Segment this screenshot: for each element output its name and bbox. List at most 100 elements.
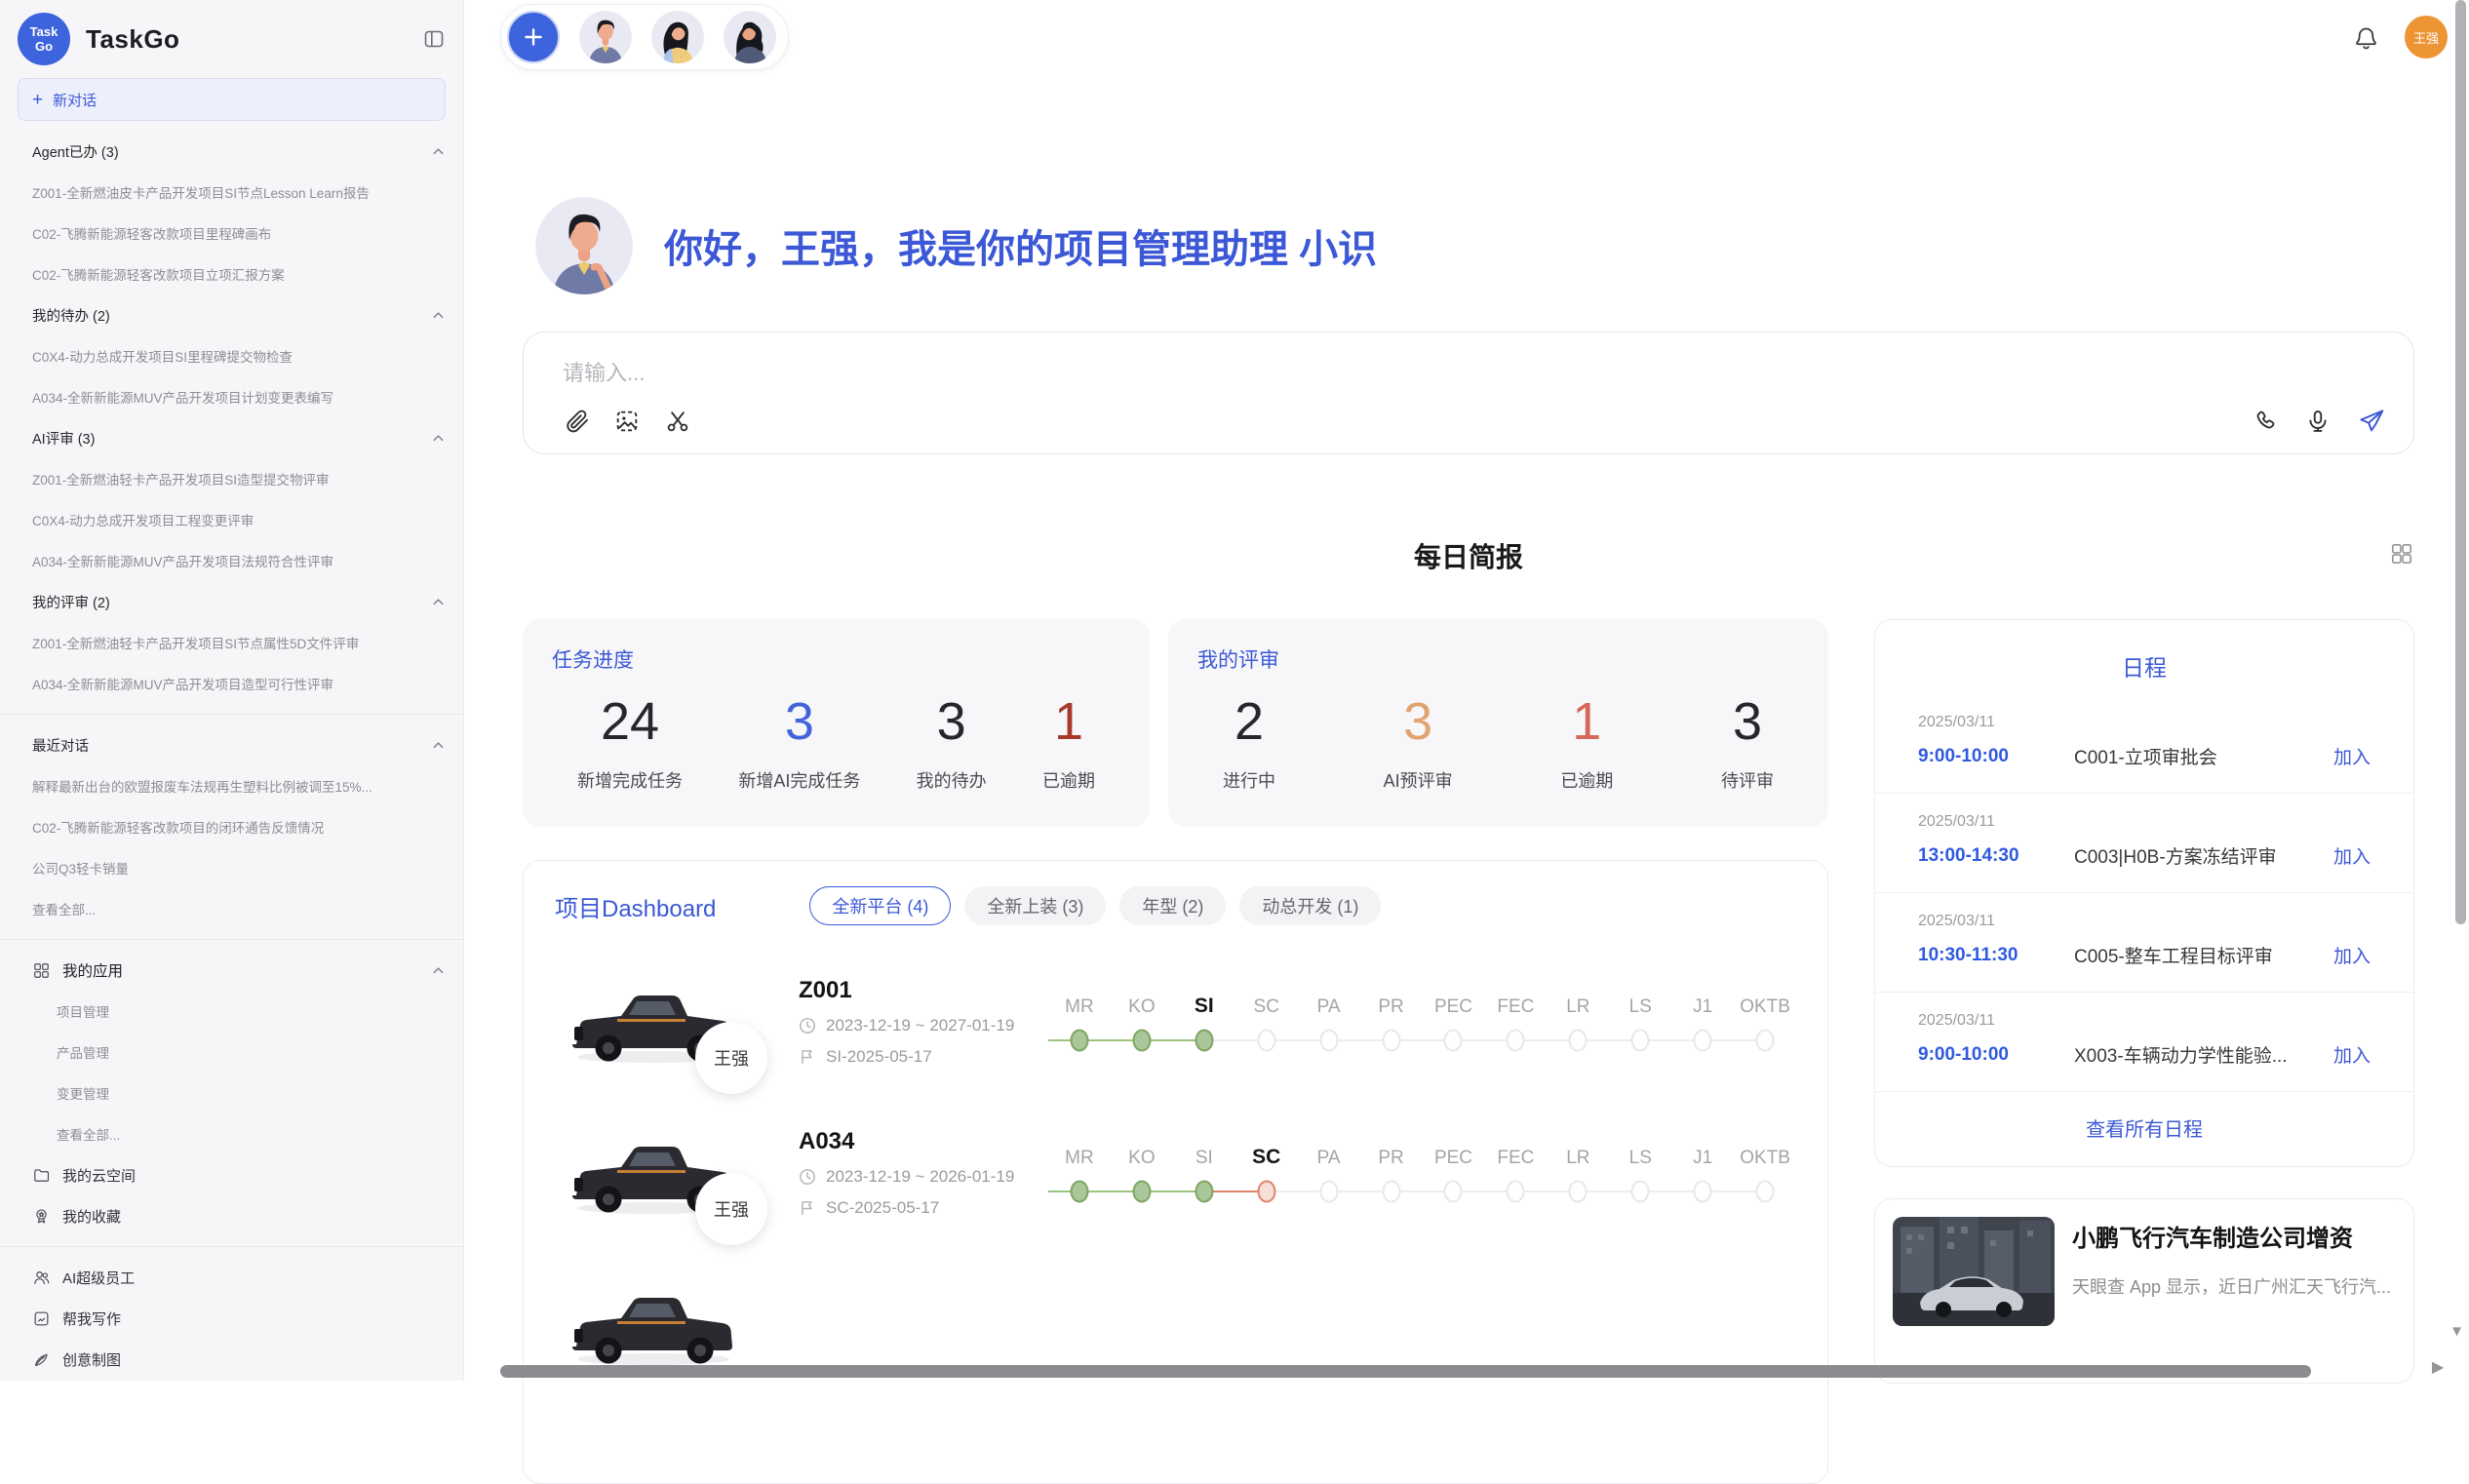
dashboard-tab[interactable]: 全新上装 (3) xyxy=(964,886,1106,925)
scroll-right-arrow-icon[interactable]: ▶ xyxy=(2432,1360,2444,1376)
schedule-item[interactable]: 2025/03/1110:30-11:30C005-整车工程目标评审加入 xyxy=(1875,892,2413,992)
chevron-up-icon[interactable] xyxy=(431,431,446,446)
sidebar-item[interactable]: 公司Q3轻卡销量 xyxy=(0,847,463,888)
bell-icon[interactable] xyxy=(2353,24,2379,51)
scissors-icon[interactable] xyxy=(664,408,691,435)
milestone-node[interactable] xyxy=(1195,1029,1213,1051)
milestone-node[interactable] xyxy=(1257,1180,1275,1202)
milestone-node[interactable] xyxy=(1444,1180,1463,1202)
milestone-node[interactable] xyxy=(1070,1180,1088,1202)
milestone-node[interactable] xyxy=(1569,1029,1587,1051)
sidebar-section-header[interactable]: Agent已办 (3) xyxy=(0,131,463,172)
dashboard-tab[interactable]: 动总开发 (1) xyxy=(1239,886,1381,925)
layout-grid-icon[interactable] xyxy=(2389,541,2414,566)
flag-text: SI-2025-05-17 xyxy=(826,1047,932,1067)
join-link[interactable]: 加入 xyxy=(2333,743,2371,769)
sidebar-item[interactable]: C0X4-动力总成开发项目SI里程碑提交物检查 xyxy=(0,335,463,376)
chevron-up-icon[interactable] xyxy=(431,738,446,753)
news-card[interactable]: 小鹏飞行汽车制造公司增资 天眼查 App 显示，近日广州汇天飞行汽... xyxy=(1874,1198,2414,1384)
schedule-title: 日程 xyxy=(1875,649,2413,683)
sidebar-item[interactable]: A034-全新新能源MUV产品开发项目计划变更表编写 xyxy=(0,376,463,417)
milestone-node-track xyxy=(1360,1175,1423,1208)
milestone-node[interactable] xyxy=(1631,1180,1650,1202)
sidebar-item[interactable]: Z001-全新燃油皮卡产品开发项目SI节点Lesson Learn报告 xyxy=(0,172,463,213)
sidebar-app-item[interactable]: 产品管理 xyxy=(0,1032,463,1073)
dashboard-tab[interactable]: 年型 (2) xyxy=(1119,886,1226,925)
sidebar-item[interactable]: A034-全新新能源MUV产品开发项目法规符合性评审 xyxy=(0,540,463,581)
join-link[interactable]: 加入 xyxy=(2333,842,2371,869)
stat-item: 1已逾期 xyxy=(1560,689,1613,793)
schedule-item[interactable]: 2025/03/119:00-10:00C001-立项审批会加入 xyxy=(1875,694,2413,793)
milestone-node[interactable] xyxy=(1382,1180,1400,1202)
sidebar-item[interactable]: Z001-全新燃油轻卡产品开发项目SI造型提交物评审 xyxy=(0,458,463,499)
milestone-node[interactable] xyxy=(1070,1029,1088,1051)
sidebar-item-ai-super-staff[interactable]: AI超级员工 xyxy=(0,1257,463,1298)
dashboard-tab[interactable]: 全新平台 (4) xyxy=(809,886,951,925)
chat-input[interactable] xyxy=(563,356,2386,407)
sidebar-app-item[interactable]: 项目管理 xyxy=(0,991,463,1032)
milestone-node[interactable] xyxy=(1694,1029,1712,1051)
schedule-item[interactable]: 2025/03/1113:00-14:30C003|H0B-方案冻结评审加入 xyxy=(1875,793,2413,892)
milestone-node[interactable] xyxy=(1319,1180,1338,1202)
sidebar-item-favorites[interactable]: 我的收藏 xyxy=(0,1195,463,1236)
milestone-node[interactable] xyxy=(1132,1180,1151,1202)
sidebar-item[interactable]: 查看全部... xyxy=(0,888,463,929)
view-all-schedule-link[interactable]: 查看所有日程 xyxy=(1875,1091,2413,1167)
milestone-node[interactable] xyxy=(1631,1029,1650,1051)
image-icon[interactable] xyxy=(613,408,641,435)
chevron-up-icon[interactable] xyxy=(431,308,446,323)
sidebar-item-help-me-write[interactable]: 帮我写作 xyxy=(0,1298,463,1339)
milestone-node[interactable] xyxy=(1507,1180,1525,1202)
sidebar-toggle-icon[interactable] xyxy=(422,27,446,51)
join-link[interactable]: 加入 xyxy=(2333,1041,2371,1068)
member-avatar-3[interactable] xyxy=(724,11,776,63)
sidebar-item[interactable]: C02-飞腾新能源轻客改款项目立项汇报方案 xyxy=(0,254,463,294)
milestone-node[interactable] xyxy=(1319,1029,1338,1051)
horizontal-scrollbar-thumb[interactable] xyxy=(500,1365,2311,1378)
sidebar-item[interactable]: C02-飞腾新能源轻客改款项目的闭环通告反馈情况 xyxy=(0,806,463,847)
sidebar-item[interactable]: Z001-全新燃油轻卡产品开发项目SI节点属性5D文件评审 xyxy=(0,622,463,663)
sidebar-item-cloud-space[interactable]: 我的云空间 xyxy=(0,1154,463,1195)
sidebar-section-header[interactable]: 我的评审 (2) xyxy=(0,581,463,622)
user-avatar[interactable]: 王强 xyxy=(2405,16,2448,59)
chevron-up-icon[interactable] xyxy=(431,595,446,609)
member-avatar-1[interactable] xyxy=(579,11,632,63)
send-icon[interactable] xyxy=(2357,407,2386,436)
add-member-button[interactable] xyxy=(507,11,560,63)
milestone-node[interactable] xyxy=(1507,1029,1525,1051)
join-link[interactable]: 加入 xyxy=(2333,942,2371,968)
milestone-node[interactable] xyxy=(1694,1180,1712,1202)
milestone-node[interactable] xyxy=(1132,1029,1151,1051)
milestone-node[interactable] xyxy=(1756,1180,1775,1202)
attach-icon[interactable] xyxy=(563,408,590,435)
milestone-node[interactable] xyxy=(1444,1029,1463,1051)
microphone-icon[interactable] xyxy=(2304,408,2332,435)
sidebar-section-header[interactable]: 我的待办 (2) xyxy=(0,294,463,335)
sidebar-item-creative-drawing[interactable]: 创意制图 xyxy=(0,1339,463,1380)
sidebar-app-item[interactable]: 查看全部... xyxy=(0,1113,463,1154)
sidebar-item[interactable]: 解释最新出台的欧盟报废车法规再生塑料比例被调至15%... xyxy=(0,765,463,806)
milestone-node[interactable] xyxy=(1195,1180,1213,1202)
sidebar-item[interactable]: A034-全新新能源MUV产品开发项目造型可行性评审 xyxy=(0,663,463,704)
milestone-node[interactable] xyxy=(1257,1029,1275,1051)
milestone-node[interactable] xyxy=(1382,1029,1400,1051)
milestone-node[interactable] xyxy=(1569,1180,1587,1202)
new-chat-button[interactable]: + 新对话 xyxy=(18,78,446,121)
favorites-label: 我的收藏 xyxy=(62,1206,446,1227)
milestone: KO xyxy=(1111,991,1173,1057)
sidebar-section-header[interactable]: AI评审 (3) xyxy=(0,417,463,458)
scroll-down-arrow-icon[interactable]: ▼ xyxy=(2449,1324,2464,1339)
chevron-up-icon[interactable] xyxy=(431,963,446,978)
dashboard-title: 项目Dashboard xyxy=(555,889,716,923)
sidebar-item-my-apps[interactable]: 我的应用 xyxy=(0,950,463,991)
sidebar-item[interactable]: C02-飞腾新能源轻客改款项目里程碑画布 xyxy=(0,213,463,254)
sidebar-section-header[interactable]: 最近对话 xyxy=(0,724,463,765)
member-avatar-2[interactable] xyxy=(651,11,704,63)
sidebar-app-item[interactable]: 变更管理 xyxy=(0,1073,463,1113)
vertical-scrollbar-thumb[interactable] xyxy=(2455,0,2466,924)
chevron-up-icon[interactable] xyxy=(431,144,446,159)
schedule-item[interactable]: 2025/03/119:00-10:00X003-车辆动力学性能验...加入 xyxy=(1875,992,2413,1091)
sidebar-item[interactable]: C0X4-动力总成开发项目工程变更评审 xyxy=(0,499,463,540)
phone-icon[interactable] xyxy=(2252,408,2279,435)
milestone-node[interactable] xyxy=(1756,1029,1775,1051)
